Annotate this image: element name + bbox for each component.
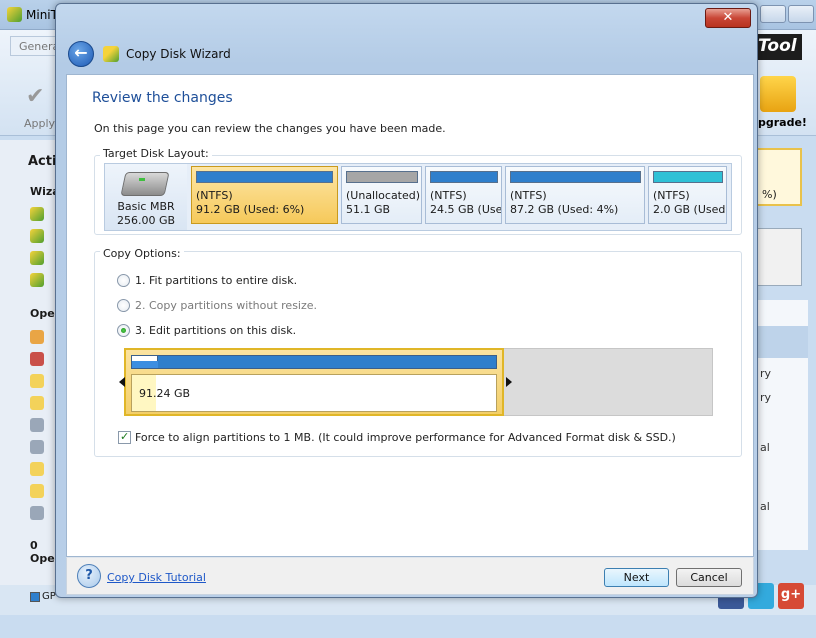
page-heading: Review the changes <box>92 90 233 106</box>
disk-card-percent: %) <box>762 188 777 201</box>
resize-handle-right[interactable] <box>506 377 512 387</box>
operation-icon[interactable] <box>30 440 44 454</box>
operation-icon[interactable] <box>30 484 44 498</box>
dialog-title: Copy Disk Wizard <box>126 47 231 61</box>
copy-options-label: Copy Options: <box>100 247 184 260</box>
partition-type: (NTFS) <box>510 189 547 202</box>
partition-info: 2.0 GB (Used: <box>653 203 727 216</box>
disk-map: Basic MBR 256.00 GB (NTFS) 91.2 GB (Used… <box>104 163 732 231</box>
radio-button[interactable] <box>117 274 130 287</box>
action-panel: Acti Wiza Opera 0 Ope <box>0 140 68 600</box>
partition-usage-bar <box>346 171 418 183</box>
partition-block[interactable]: (Unallocated) 51.1 GB <box>341 166 422 224</box>
partition-usage-bar <box>430 171 498 183</box>
legend-label: GP <box>42 591 56 602</box>
partition-usage-bar <box>653 171 723 183</box>
disk-info[interactable]: Basic MBR 256.00 GB <box>105 164 187 230</box>
next-button[interactable]: Next <box>604 568 669 587</box>
minimize-button[interactable] <box>760 5 786 23</box>
shopping-cart-icon[interactable] <box>760 76 796 112</box>
operation-icon[interactable] <box>30 506 44 520</box>
operation-icon[interactable] <box>30 374 44 388</box>
dialog-footer: ? Copy Disk Tutorial Next Cancel <box>66 557 754 595</box>
partition-usage-bar <box>131 355 497 369</box>
wizard-icon[interactable] <box>30 229 44 243</box>
partition-info: 24.5 GB (Used <box>430 203 502 216</box>
radio-button[interactable] <box>117 299 130 312</box>
partition-block[interactable]: (NTFS) 91.2 GB (Used: 6%) <box>191 166 338 224</box>
right-list-text: al <box>760 441 770 454</box>
partition-block[interactable]: (NTFS) 24.5 GB (Used <box>425 166 502 224</box>
wizard-icon[interactable] <box>30 273 44 287</box>
target-disk-layout-label: Target Disk Layout: <box>100 147 212 160</box>
partition-block[interactable]: (NTFS) 2.0 GB (Used: <box>648 166 727 224</box>
app-logo-icon <box>7 7 22 22</box>
option-label: 1. Fit partitions to entire disk. <box>135 274 298 287</box>
disk-card[interactable] <box>756 228 802 286</box>
radio-button-selected[interactable] <box>117 324 130 337</box>
operation-icon[interactable] <box>30 462 44 476</box>
operation-icon[interactable] <box>30 352 44 366</box>
tab-general[interactable]: Genera <box>10 36 60 56</box>
app-title: MiniT <box>26 8 58 22</box>
partition-info: 87.2 GB (Used: 4%) <box>510 203 619 216</box>
back-arrow-icon[interactable]: ← <box>68 41 94 67</box>
disk-type: Basic MBR <box>117 200 175 213</box>
resize-handle-left[interactable] <box>119 377 125 387</box>
page-description: On this page you can review the changes … <box>94 122 446 135</box>
operation-icon[interactable] <box>30 418 44 432</box>
operation-icon[interactable] <box>30 396 44 410</box>
right-list-text: al <box>760 500 770 513</box>
upgrade-button[interactable]: pgrade! <box>758 116 807 129</box>
right-list-selected[interactable] <box>756 326 808 358</box>
disk-led-icon <box>139 178 145 181</box>
wizard-icon[interactable] <box>30 207 44 221</box>
option-label: 3. Edit partitions on this disk. <box>135 324 297 337</box>
partition-type: (NTFS) <box>653 189 690 202</box>
legend-swatch <box>30 592 40 602</box>
checkmark-icon[interactable]: ✔ <box>26 84 44 109</box>
partition-type: (NTFS) <box>196 189 233 202</box>
partition-usage-bar <box>510 171 641 183</box>
wizard-content: Review the changes On this page you can … <box>66 74 754 557</box>
option-label: 2. Copy partitions without resize. <box>135 299 318 312</box>
close-button[interactable]: ✕ <box>705 8 751 28</box>
help-icon[interactable]: ? <box>77 564 101 588</box>
partition-body: 91.24 GB <box>131 374 497 412</box>
align-checkbox[interactable] <box>118 430 131 444</box>
disk-size: 256.00 GB <box>116 214 176 227</box>
close-app-button[interactable] <box>788 5 814 23</box>
partition-type: (Unallocated) <box>346 189 421 202</box>
align-label: Force to align partitions to 1 MB. (It c… <box>135 431 676 444</box>
partition-info: 91.2 GB (Used: 6%) <box>196 203 305 216</box>
partition-resize-block[interactable]: 91.24 GB <box>124 348 504 416</box>
wizard-icon <box>103 46 119 62</box>
google-plus-icon[interactable]: g+ <box>778 583 804 609</box>
wizard-icon[interactable] <box>30 251 44 265</box>
copy-disk-wizard-dialog: ✕ ← Copy Disk Wizard Review the changes … <box>55 3 758 598</box>
partition-type: (NTFS) <box>430 189 467 202</box>
partition-size: 91.24 GB <box>139 387 191 400</box>
apply-button[interactable]: Apply <box>24 117 55 130</box>
hard-disk-icon <box>120 172 170 196</box>
actions-header: Acti <box>28 154 57 169</box>
right-list-text: ry <box>760 391 772 404</box>
partition-block[interactable]: (NTFS) 87.2 GB (Used: 4%) <box>505 166 645 224</box>
right-list-text: ry <box>760 367 772 380</box>
brand-logo: Tool <box>756 34 802 60</box>
copy-disk-tutorial-link[interactable]: Copy Disk Tutorial <box>107 571 206 584</box>
partition-info: 51.1 GB <box>346 203 391 216</box>
partition-usage-bar <box>196 171 333 183</box>
disk-card[interactable]: %) <box>756 148 802 206</box>
cancel-button[interactable]: Cancel <box>676 568 742 587</box>
operation-icon[interactable] <box>30 330 44 344</box>
